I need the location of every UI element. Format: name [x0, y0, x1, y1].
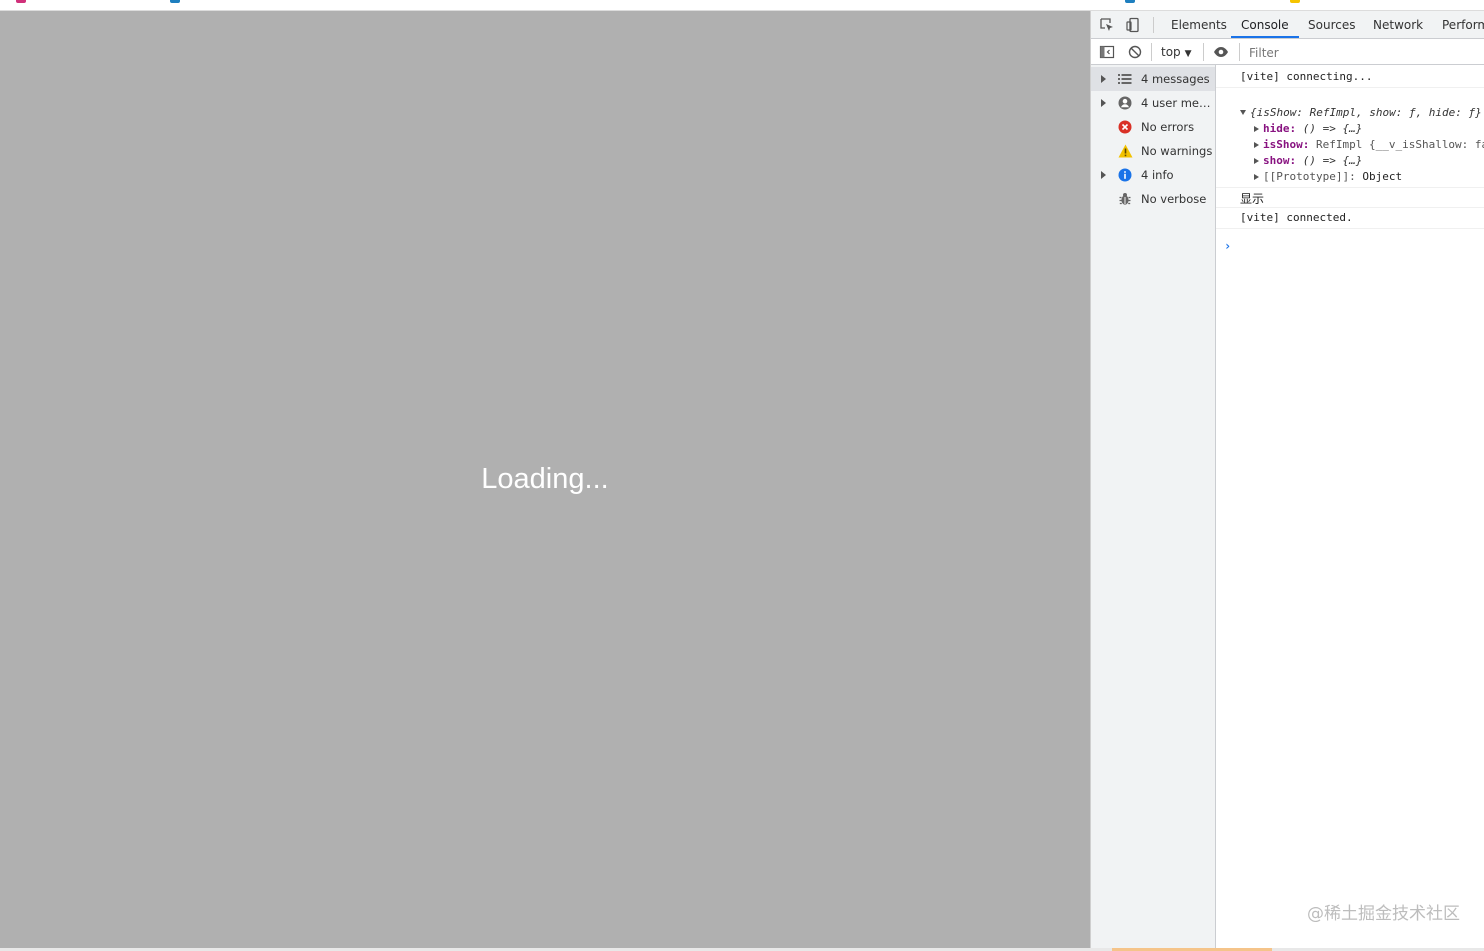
object-property[interactable]: hide: () => {…} [1254, 122, 1362, 135]
sidebar-item-messages[interactable]: 4 messages [1091, 67, 1215, 91]
toolbar-divider [1151, 43, 1152, 61]
expand-arrow-icon[interactable] [1254, 126, 1259, 132]
sidebar-item-label: 4 messages [1141, 72, 1210, 86]
property-value: Object [1362, 170, 1403, 183]
info-icon [1117, 167, 1133, 183]
inspect-element-icon[interactable] [1099, 17, 1115, 33]
devtools-tab-bar: Elements Console Sources Network Perform [1091, 11, 1484, 39]
object-property[interactable]: isShow: RefImpl {__v_isShallow: fa [1254, 138, 1484, 151]
console-message-object[interactable]: {isShow: RefImpl, show: ƒ, hide: ƒ} hide… [1216, 87, 1484, 188]
collapse-arrow-icon[interactable] [1240, 110, 1246, 115]
console-message: [vite] connected. [1216, 207, 1484, 229]
tab-performance[interactable]: Perform [1442, 11, 1484, 38]
sidebar-item-user-messages[interactable]: 4 user mess... [1091, 91, 1215, 115]
expand-arrow-icon[interactable] [1101, 99, 1106, 107]
eye-icon[interactable] [1213, 44, 1229, 60]
console-sidebar: 4 messages 4 user mess... No errors No w… [1091, 65, 1216, 948]
bookmark-icon[interactable] [170, 0, 180, 3]
console-message-text: [vite] connecting... [1240, 70, 1373, 83]
sidebar-toggle-icon[interactable] [1099, 44, 1115, 60]
watermark: @稀土掘金技术社区 [1307, 904, 1460, 924]
bookmark-icon[interactable] [1125, 0, 1135, 3]
console-output: [vite] connecting... {isShow: RefImpl, s… [1216, 65, 1484, 948]
clear-console-icon[interactable] [1127, 44, 1143, 60]
property-key: show: [1263, 154, 1297, 167]
bookmark-icon[interactable] [1290, 0, 1300, 3]
console-toolbar: top ▼ [1091, 39, 1484, 65]
tab-console[interactable]: Console [1231, 11, 1299, 38]
expand-arrow-icon[interactable] [1254, 142, 1259, 148]
property-value: RefImpl {__v_isShallow: fa [1315, 138, 1484, 151]
property-key: [[Prototype]]: [1263, 170, 1356, 183]
sidebar-item-label: No verbose [1141, 192, 1207, 206]
loading-text: Loading... [481, 463, 609, 495]
toolbar-divider [1203, 43, 1204, 61]
console-prompt-icon[interactable]: › [1224, 239, 1231, 253]
expand-arrow-icon[interactable] [1101, 75, 1106, 83]
error-icon [1117, 119, 1133, 135]
property-value: () => {…} [1302, 154, 1363, 167]
object-property[interactable]: show: () => {…} [1254, 154, 1362, 167]
tab-elements[interactable]: Elements [1171, 11, 1227, 38]
filter-input[interactable] [1247, 42, 1484, 64]
warning-icon [1117, 143, 1133, 159]
bookmark-icon[interactable] [16, 0, 26, 3]
console-message-text: 显示 [1240, 192, 1265, 206]
console-message-text: [vite] connected. [1240, 211, 1353, 224]
property-key: hide: [1263, 122, 1297, 135]
sidebar-item-label: No warnings [1141, 144, 1213, 158]
property-value: () => {…} [1302, 122, 1363, 135]
tab-network[interactable]: Network [1373, 11, 1423, 38]
sidebar-item-errors[interactable]: No errors [1091, 115, 1215, 139]
toolbar-divider [1239, 43, 1240, 61]
sidebar-item-warnings[interactable]: No warnings [1091, 139, 1215, 163]
console-message: 显示 [1216, 187, 1484, 208]
sidebar-item-label: 4 user mess... [1141, 96, 1213, 110]
browser-top-strip [0, 0, 1484, 11]
list-icon [1117, 71, 1133, 87]
context-label: top [1161, 45, 1181, 59]
chevron-down-icon: ▼ [1184, 49, 1192, 59]
device-toolbar-icon[interactable] [1125, 17, 1141, 33]
console-message: [vite] connecting... [1216, 65, 1484, 88]
context-selector[interactable]: top ▼ [1161, 43, 1192, 63]
property-key: isShow: [1263, 138, 1310, 151]
object-property[interactable]: [[Prototype]]: Object [1254, 170, 1402, 183]
object-preview-text: {isShow: RefImpl, show: ƒ, hide: ƒ} [1250, 106, 1482, 119]
bug-icon [1117, 191, 1133, 207]
expand-arrow-icon[interactable] [1101, 171, 1106, 179]
object-preview[interactable]: {isShow: RefImpl, show: ƒ, hide: ƒ} [1240, 106, 1482, 119]
tab-sources[interactable]: Sources [1308, 11, 1355, 38]
toolbar-divider [1153, 17, 1154, 33]
expand-arrow-icon[interactable] [1254, 174, 1259, 180]
sidebar-item-verbose[interactable]: No verbose [1091, 187, 1215, 211]
devtools-panel: Elements Console Sources Network Perform… [1090, 11, 1484, 948]
user-icon [1117, 95, 1133, 111]
page-viewport: Loading... [0, 11, 1090, 948]
expand-arrow-icon[interactable] [1254, 158, 1259, 164]
sidebar-item-info[interactable]: 4 info [1091, 163, 1215, 187]
sidebar-item-label: 4 info [1141, 168, 1174, 182]
sidebar-item-label: No errors [1141, 120, 1195, 134]
